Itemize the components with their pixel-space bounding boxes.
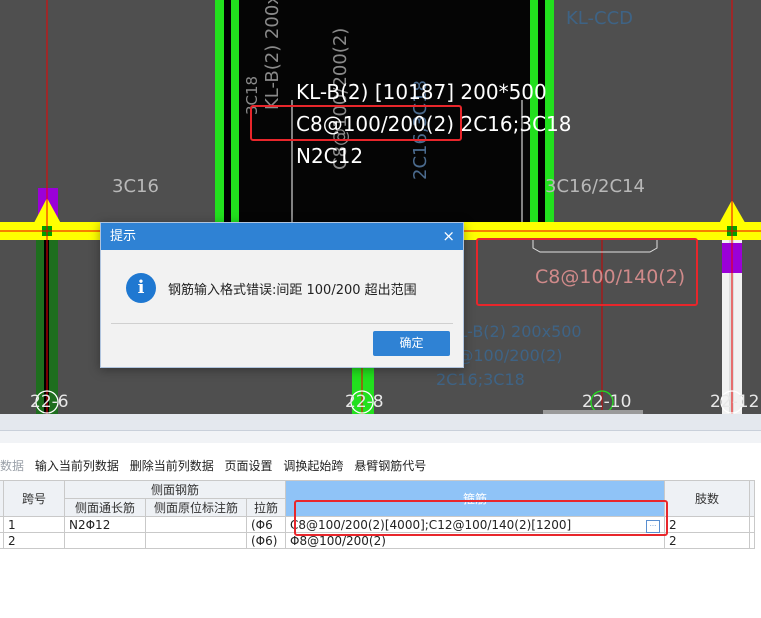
ok-button[interactable]: 确定 bbox=[373, 331, 450, 356]
axis-label-22-12: 22-12 bbox=[710, 392, 760, 412]
dialog-divider bbox=[111, 323, 453, 324]
vertical-beam-label-1: KL-B(2) 200x500 bbox=[262, 0, 283, 110]
cell-tie[interactable]: (Φ6) bbox=[246, 532, 286, 549]
close-icon[interactable]: × bbox=[442, 223, 455, 250]
cell-side-orig[interactable] bbox=[145, 516, 247, 533]
beam-label-line1: KL-B(2) [10187] 200*500 bbox=[296, 80, 547, 104]
toolbar-page-setup[interactable]: 页面设置 bbox=[225, 459, 273, 473]
error-dialog: 提示 × i 钢筋输入格式错误:间距 100/200 超出范围 确定 bbox=[100, 222, 464, 368]
toolbar-cantilever-code[interactable]: 悬臂钢筋代号 bbox=[354, 459, 426, 473]
cell-extra[interactable] bbox=[749, 532, 755, 549]
axis-label-22-6: 22-6 bbox=[30, 392, 69, 412]
panel-toolbar: 数据 输入当前列数据 删除当前列数据 页面设置 调换起始跨 悬臂钢筋代号 bbox=[0, 457, 433, 474]
cell-legs[interactable]: 2 bbox=[664, 516, 750, 533]
cad-canvas[interactable]: KL-B(2) 200x500 C8@100/200(2) 2C16;3C18 … bbox=[0, 0, 761, 414]
left-rebar-label: 3C16 bbox=[112, 176, 159, 197]
cell-span[interactable]: 2 bbox=[3, 532, 65, 549]
lower-beam-label-3: 2C16;3C18 bbox=[436, 370, 525, 389]
top-right-label: KL-CCD bbox=[566, 8, 634, 29]
cell-legs[interactable]: 2 bbox=[664, 532, 750, 549]
cell-side-long[interactable]: N2Φ12 bbox=[64, 516, 146, 533]
cell-side-orig[interactable] bbox=[145, 532, 247, 549]
highlight-box-annotation bbox=[476, 238, 698, 306]
dialog-titlebar: 提示 × bbox=[101, 223, 463, 250]
dialog-message: 钢筋输入格式错误:间距 100/200 超出范围 bbox=[168, 283, 417, 298]
beam-label-line3: N2C12 bbox=[296, 144, 364, 168]
header-side-orig: 侧面原位标注筋 bbox=[145, 498, 247, 517]
toolbar-swap-start-span[interactable]: 调换起始跨 bbox=[283, 459, 343, 473]
cell-side-long[interactable] bbox=[64, 532, 146, 549]
toolbar-delete-column[interactable]: 删除当前列数据 bbox=[130, 459, 214, 473]
header-extra bbox=[749, 480, 755, 517]
header-span-no: 跨号 bbox=[3, 480, 65, 517]
right-rebar-label: 3C16/2C14 bbox=[545, 176, 645, 197]
cell-span[interactable]: 1 bbox=[3, 516, 65, 533]
highlight-box-stirrup-cell bbox=[294, 500, 668, 536]
info-icon: i bbox=[126, 273, 156, 303]
header-legs: 肢数 bbox=[664, 480, 750, 517]
header-tie: 拉筋 bbox=[246, 498, 286, 517]
rebar-input-panel: 数据 输入当前列数据 删除当前列数据 页面设置 调换起始跨 悬臂钢筋代号 跨号 … bbox=[0, 414, 761, 618]
header-side-rebar: 侧面钢筋 bbox=[64, 480, 286, 499]
toolbar-input-column[interactable]: 输入当前列数据 bbox=[35, 459, 119, 473]
header-side-long: 侧面通长筋 bbox=[64, 498, 146, 517]
highlight-box-beam-stirrup bbox=[250, 105, 462, 141]
panel-header-bar bbox=[0, 414, 761, 431]
cell-tie[interactable]: (Φ6 bbox=[246, 516, 286, 533]
axis-label-22-8: 22-8 bbox=[345, 392, 384, 412]
dialog-title: 提示 bbox=[110, 229, 137, 244]
toolbar-cut-item[interactable]: 数据 bbox=[0, 459, 24, 473]
lower-beam-label: KL-B(2) 200x500 bbox=[448, 322, 582, 341]
cell-extra[interactable] bbox=[749, 516, 755, 533]
panel-subheader-bar bbox=[0, 431, 761, 443]
axis-label-22-10: 22-10 bbox=[582, 392, 632, 412]
